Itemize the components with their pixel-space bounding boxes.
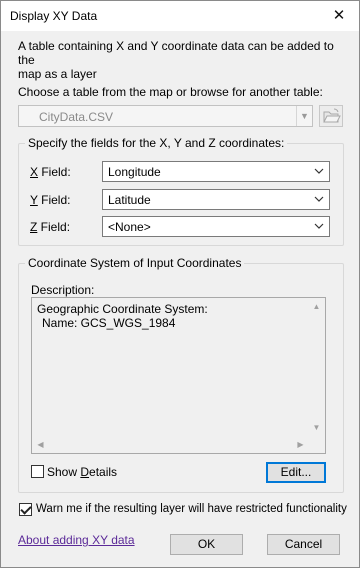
chevron-down-icon[interactable]: ▼: [296, 106, 312, 126]
x-field-label: X Field:: [30, 165, 71, 179]
title-bar[interactable]: Display XY Data ✕: [1, 1, 359, 31]
scrollbar-corner: [308, 436, 325, 453]
y-field-label-text: Field:: [37, 193, 71, 207]
chevron-down-icon[interactable]: [313, 193, 325, 207]
x-field-select[interactable]: Longitude: [102, 161, 330, 182]
warn-checkbox[interactable]: [19, 503, 32, 516]
ok-button[interactable]: OK: [170, 534, 243, 555]
vertical-scrollbar[interactable]: ▲ ▼: [308, 298, 325, 436]
description-label: Description:: [31, 283, 95, 297]
warn-label[interactable]: Warn me if the resulting layer will have…: [36, 503, 347, 515]
intro-line-2: map as a layer: [18, 67, 97, 81]
browse-button[interactable]: [319, 105, 343, 127]
show-details-label-text: Show Details: [47, 465, 118, 479]
x-field-label-text: Field:: [38, 165, 71, 179]
scroll-down-icon[interactable]: ▼: [308, 419, 325, 436]
coordinate-system-group-label: Coordinate System of Input Coordinates: [25, 256, 245, 270]
description-box[interactable]: Geographic Coordinate System: Name: GCS_…: [31, 297, 326, 454]
chevron-down-svg: [314, 168, 324, 174]
y-field-select[interactable]: Latitude: [102, 189, 330, 210]
window-title: Display XY Data: [10, 9, 98, 23]
z-field-select[interactable]: <None>: [102, 216, 330, 237]
scroll-left-icon[interactable]: ◀: [32, 436, 49, 453]
x-field-value: Longitude: [108, 165, 161, 179]
chevron-down-svg: [314, 223, 324, 229]
y-field-label: Y Field:: [30, 193, 70, 207]
y-field-accel: Y: [30, 193, 38, 207]
folder-open-icon: [323, 108, 341, 123]
cancel-button[interactable]: Cancel: [267, 534, 340, 555]
z-field-label: Z Field:: [30, 220, 70, 234]
show-details-checkbox[interactable]: [31, 465, 44, 478]
about-adding-xy-data-link[interactable]: About adding XY data: [18, 533, 135, 547]
z-field-label-text: Field:: [37, 220, 71, 234]
y-field-value: Latitude: [108, 193, 151, 207]
table-select-value: CityData.CSV: [39, 110, 114, 124]
edit-button[interactable]: Edit...: [266, 462, 326, 483]
horizontal-scrollbar[interactable]: ◀ ▶: [32, 436, 309, 453]
description-line-2: Name: GCS_WGS_1984: [42, 316, 176, 330]
scroll-up-icon[interactable]: ▲: [308, 298, 325, 315]
chevron-down-icon[interactable]: [313, 220, 325, 234]
show-details-accel: D: [80, 465, 90, 479]
table-chooser-label: Choose a table from the map or browse fo…: [18, 85, 323, 99]
fields-group-label: Specify the fields for the X, Y and Z co…: [25, 136, 288, 150]
description-line-1: Geographic Coordinate System:: [37, 302, 208, 316]
z-field-value: <None>: [108, 220, 151, 234]
x-field-accel: X: [30, 165, 39, 179]
display-xy-data-dialog: Display XY Data ✕ A table containing X a…: [0, 0, 360, 568]
intro-text: A table containing X and Y coordinate da…: [18, 39, 338, 81]
table-select[interactable]: CityData.CSV ▼: [18, 105, 313, 127]
show-details-label[interactable]: Show Details: [47, 465, 117, 479]
chevron-down-svg: [314, 196, 324, 202]
close-icon[interactable]: ✕: [319, 1, 359, 31]
chevron-down-icon[interactable]: [313, 165, 325, 179]
intro-line-1: A table containing X and Y coordinate da…: [18, 39, 334, 67]
scroll-right-icon[interactable]: ▶: [292, 436, 309, 453]
